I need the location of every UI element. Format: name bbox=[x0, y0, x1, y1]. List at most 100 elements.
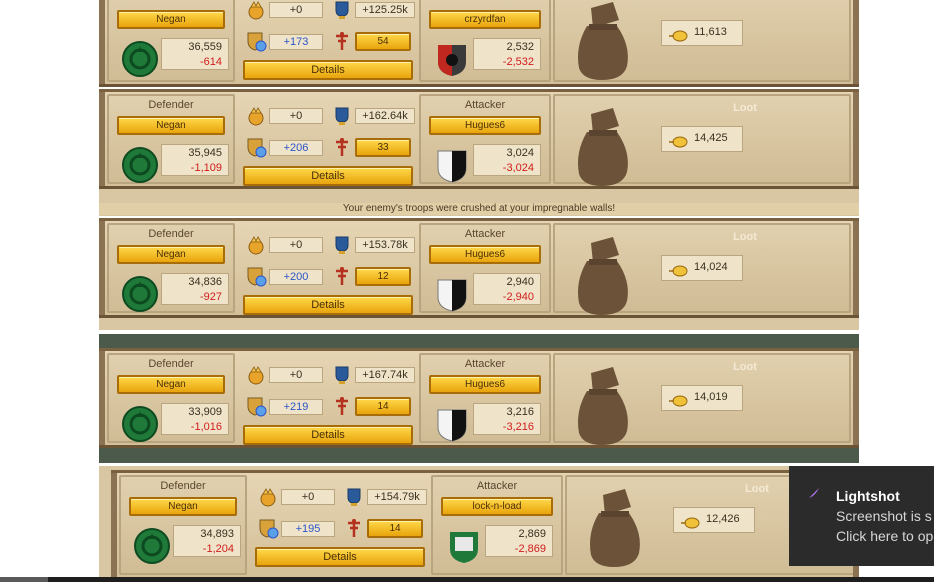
crown-value: +0 bbox=[269, 367, 323, 383]
result-panel: +0 +167.74k +219 14 Details bbox=[237, 353, 417, 445]
lightshot-notification[interactable]: Lightshot Screenshot is s Click here to … bbox=[789, 466, 934, 566]
attacker-stats: 2,532 -2,532 bbox=[473, 38, 541, 70]
loot-value: 11,613 bbox=[694, 26, 727, 38]
gold-coin-icon bbox=[668, 27, 688, 42]
battle-strip-1: Negan 36,559 -614 +0 +125.25k +173 54 De… bbox=[99, 0, 859, 87]
details-button[interactable]: Details bbox=[243, 295, 413, 315]
details-button[interactable]: Details bbox=[243, 425, 413, 445]
defender-title: Defender bbox=[148, 358, 194, 370]
cup-value: +125.25k bbox=[355, 2, 415, 18]
loot-title: Loot bbox=[733, 231, 757, 243]
attacker-name-button[interactable]: crzyrdfan bbox=[429, 10, 541, 29]
defender-panel: Defender Negan 34,893 -1,204 bbox=[119, 475, 247, 575]
rank-value: 14 bbox=[355, 397, 411, 416]
attacker-stats: 3,024 -3,024 bbox=[473, 144, 541, 176]
battle-strip-3: Defender Negan 34,836 -927 +0 +153.78k +… bbox=[99, 218, 859, 330]
defender-panel: Negan 36,559 -614 bbox=[107, 0, 235, 82]
attacker-loss: -2,940 bbox=[502, 291, 534, 303]
attacker-shield-icon bbox=[445, 527, 483, 565]
loot-panel: Loot 14,425 bbox=[553, 94, 851, 186]
gold-coin-icon bbox=[680, 514, 700, 529]
taskbar-edge bbox=[0, 577, 934, 582]
toast-title: Lightshot bbox=[836, 488, 900, 504]
crown-value: +0 bbox=[269, 108, 323, 124]
crown-icon bbox=[245, 233, 267, 255]
shield-bonus-icon bbox=[245, 30, 267, 52]
battle-strip-4: Defender Negan 33,909 -1,016 +0 +167.74k… bbox=[99, 334, 859, 463]
attacker-title: Attacker bbox=[464, 228, 506, 240]
rank-value: 12 bbox=[355, 267, 411, 286]
loot-value: 12,426 bbox=[706, 513, 740, 525]
defender-name-button[interactable]: Negan bbox=[117, 245, 225, 264]
battle-strip-2: Defender Negan 35,945 -1,109 +0 +162.64k… bbox=[99, 89, 859, 216]
attacker-title: Attacker bbox=[464, 99, 506, 111]
defender-title: Defender bbox=[160, 480, 206, 492]
details-button[interactable]: Details bbox=[243, 60, 413, 80]
result-panel: +0 +154.79k +195 14 Details bbox=[249, 475, 429, 575]
toast-line-1: Screenshot is s bbox=[836, 508, 932, 524]
crown-icon bbox=[245, 104, 267, 126]
rank-value: 14 bbox=[367, 519, 423, 538]
attacker-stats: 2,869 -2,869 bbox=[485, 525, 553, 557]
details-button[interactable]: Details bbox=[255, 547, 425, 567]
crown-icon bbox=[245, 0, 267, 20]
cup-value: +162.64k bbox=[355, 108, 415, 124]
defender-name-button[interactable]: Negan bbox=[117, 375, 225, 394]
attacker-name-button[interactable]: lock-n-load bbox=[441, 497, 553, 516]
gold-coin-icon bbox=[668, 133, 688, 148]
cup-value: +153.78k bbox=[355, 237, 415, 253]
loot-sack-icon bbox=[569, 104, 635, 188]
defender-loss: -927 bbox=[199, 291, 222, 303]
attacker-stats: 3,216 -3,216 bbox=[473, 403, 541, 435]
defender-name-button[interactable]: Negan bbox=[129, 497, 237, 516]
rank-icon bbox=[331, 136, 353, 158]
battle-strip-5: Defender Negan 34,893 -1,204 +0 +154.79k… bbox=[99, 466, 859, 577]
result-panel: +0 +162.64k +206 33 Details bbox=[237, 94, 417, 186]
cup-icon bbox=[331, 233, 353, 255]
loot-amount: 14,019 bbox=[661, 385, 743, 411]
shield-bonus-value: +219 bbox=[269, 399, 323, 415]
cup-icon bbox=[331, 363, 353, 385]
shield-bonus-icon bbox=[257, 517, 279, 539]
attacker-panel: Attacker Hugues6 3,024 -3,024 bbox=[419, 94, 551, 184]
toast-line-2[interactable]: Click here to op bbox=[836, 528, 933, 544]
defender-title: Defender bbox=[148, 99, 194, 111]
battle-card: Negan 36,559 -614 +0 +125.25k +173 54 De… bbox=[99, 0, 859, 87]
defender-shield-icon bbox=[121, 275, 159, 313]
attacker-shield-icon bbox=[433, 275, 471, 313]
details-button[interactable]: Details bbox=[243, 166, 413, 186]
attacker-shield-icon bbox=[433, 405, 471, 443]
defender-panel: Defender Negan 34,836 -927 bbox=[107, 223, 235, 313]
crown-icon bbox=[245, 363, 267, 385]
battle-card: Defender Negan 33,909 -1,016 +0 +167.74k… bbox=[99, 348, 859, 448]
loot-title: Loot bbox=[745, 483, 769, 495]
cup-value: +167.74k bbox=[355, 367, 415, 383]
loot-panel: Loot 14,019 bbox=[553, 353, 851, 445]
defender-name-button[interactable]: Negan bbox=[117, 116, 225, 135]
attacker-panel: crzyrdfan 2,532 -2,532 bbox=[419, 0, 551, 82]
loot-title: Loot bbox=[733, 102, 757, 114]
attacker-stats: 2,940 -2,940 bbox=[473, 273, 541, 305]
attacker-value: 2,940 bbox=[506, 276, 534, 288]
defender-loss: -1,109 bbox=[190, 162, 222, 174]
crown-icon bbox=[257, 485, 279, 507]
shield-bonus-value: +195 bbox=[281, 521, 335, 537]
battle-card: Defender Negan 35,945 -1,109 +0 +162.64k… bbox=[99, 89, 859, 189]
shield-bonus-icon bbox=[245, 136, 267, 158]
loot-value: 14,024 bbox=[694, 261, 728, 273]
defender-name-button[interactable]: Negan bbox=[117, 10, 225, 29]
loot-panel: 11,613 bbox=[553, 0, 851, 82]
defender-stats: 34,893 -1,204 bbox=[173, 525, 241, 557]
rank-value: 54 bbox=[355, 32, 411, 51]
attacker-panel: Attacker Hugues6 3,216 -3,216 bbox=[419, 353, 551, 443]
result-banner: Your enemy's troops were crushed at your… bbox=[99, 203, 859, 215]
attacker-name-button[interactable]: Hugues6 bbox=[429, 375, 541, 394]
defender-value: 36,559 bbox=[188, 41, 222, 53]
attacker-name-button[interactable]: Hugues6 bbox=[429, 245, 541, 264]
battle-card: Defender Negan 34,836 -927 +0 +153.78k +… bbox=[99, 218, 859, 318]
defender-loss: -1,204 bbox=[202, 543, 234, 555]
shield-bonus-icon bbox=[245, 265, 267, 287]
attacker-name-button[interactable]: Hugues6 bbox=[429, 116, 541, 135]
shield-bonus-value: +173 bbox=[269, 34, 323, 50]
defender-stats: 36,559 -614 bbox=[161, 38, 229, 70]
